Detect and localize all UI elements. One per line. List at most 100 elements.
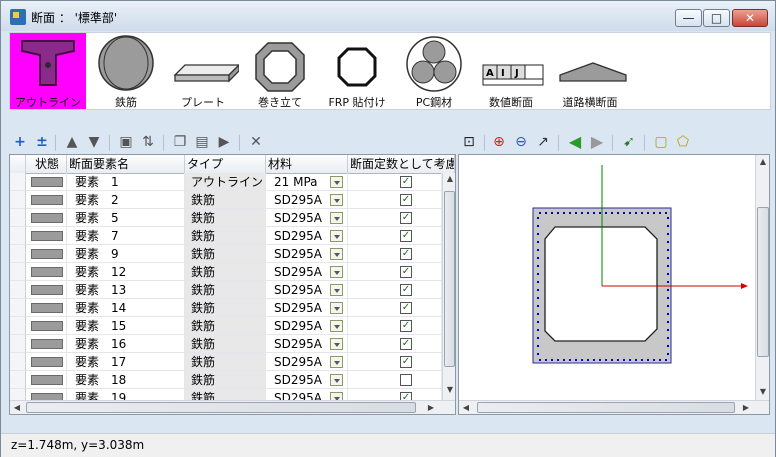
row-header[interactable] bbox=[10, 317, 26, 335]
material-dropdown-icon[interactable] bbox=[330, 248, 343, 260]
view-hscroll[interactable]: ◀ ▶ bbox=[459, 400, 769, 414]
col-header-consider[interactable]: 断面定数として考慮 bbox=[348, 155, 455, 173]
consider-checkbox[interactable]: ✓ bbox=[400, 356, 412, 368]
col-header-name[interactable]: 断面要素名 bbox=[67, 155, 185, 173]
material-dropdown-icon[interactable] bbox=[330, 338, 343, 350]
consider-checkbox[interactable]: ✓ bbox=[400, 284, 412, 296]
name-cell[interactable]: 要素 16 bbox=[67, 335, 185, 353]
scroll-left-icon[interactable]: ◀ bbox=[10, 403, 24, 412]
row-header[interactable] bbox=[10, 335, 26, 353]
consider-checkbox[interactable]: ✓ bbox=[400, 212, 412, 224]
minimize-button[interactable]: — bbox=[675, 9, 702, 27]
view-scroll-down-icon[interactable]: ▼ bbox=[756, 387, 769, 396]
row-header[interactable] bbox=[10, 173, 26, 191]
select-icon[interactable]: ➹ bbox=[620, 133, 638, 151]
select-poly-icon[interactable]: ⬠ bbox=[674, 133, 692, 151]
consider-checkbox[interactable] bbox=[400, 374, 412, 386]
table-row[interactable]: 要素 16 鉄筋 SD295A ✓ bbox=[10, 335, 442, 353]
table-row[interactable]: 要素 15 鉄筋 SD295A ✓ bbox=[10, 317, 442, 335]
delete-icon[interactable]: ✕ bbox=[247, 133, 265, 151]
forward-icon[interactable]: ▶ bbox=[588, 133, 606, 151]
table-row[interactable]: 要素 14 鉄筋 SD295A ✓ bbox=[10, 299, 442, 317]
grid-vscroll-thumb[interactable] bbox=[444, 191, 455, 367]
name-cell[interactable]: 要素 14 bbox=[67, 299, 185, 317]
view-vscroll-thumb[interactable] bbox=[757, 207, 769, 357]
grid-hscroll-thumb[interactable] bbox=[26, 402, 416, 413]
view-vscroll[interactable]: ▲ ▼ bbox=[755, 155, 769, 400]
ribbon-item-plate[interactable]: プレート bbox=[165, 33, 241, 109]
name-cell[interactable]: 要素 5 bbox=[67, 209, 185, 227]
view-hscroll-thumb[interactable] bbox=[477, 402, 735, 413]
view-scroll-right-icon[interactable]: ▶ bbox=[739, 403, 753, 412]
table-row[interactable]: 要素 13 鉄筋 SD295A ✓ bbox=[10, 281, 442, 299]
pan-icon[interactable]: ↗ bbox=[534, 133, 552, 151]
zoom-out-icon[interactable]: ⊖ bbox=[512, 133, 530, 151]
name-cell[interactable]: 要素 7 bbox=[67, 227, 185, 245]
scroll-down-icon[interactable]: ▼ bbox=[443, 385, 455, 394]
copy-icon[interactable]: ❐ bbox=[171, 133, 189, 151]
material-dropdown-icon[interactable] bbox=[330, 302, 343, 314]
ribbon-item-outline[interactable]: アウトライン bbox=[10, 33, 86, 109]
table-row[interactable]: 要素 9 鉄筋 SD295A ✓ bbox=[10, 245, 442, 263]
ribbon-item-pc-steel[interactable]: PC鋼材 bbox=[396, 33, 472, 109]
row-header[interactable] bbox=[10, 371, 26, 389]
row-header[interactable] bbox=[10, 263, 26, 281]
table-row[interactable]: 要素 1 アウトライン 21 MPa ✓ bbox=[10, 173, 442, 191]
col-header-state[interactable]: 状態 bbox=[26, 155, 67, 173]
material-dropdown-icon[interactable] bbox=[330, 356, 343, 368]
name-cell[interactable]: 要素 2 bbox=[67, 191, 185, 209]
table-row[interactable]: 要素 7 鉄筋 SD295A ✓ bbox=[10, 227, 442, 245]
table-row[interactable]: 要素 5 鉄筋 SD295A ✓ bbox=[10, 209, 442, 227]
grid-vscroll[interactable]: ▲ ▼ bbox=[442, 173, 455, 400]
consider-checkbox[interactable]: ✓ bbox=[400, 230, 412, 242]
ribbon-item-jacketing[interactable]: 巻き立て bbox=[242, 33, 318, 109]
paste-special-icon[interactable]: ▶ bbox=[215, 133, 233, 151]
consider-checkbox[interactable]: ✓ bbox=[400, 320, 412, 332]
move-down-icon[interactable]: ▼ bbox=[85, 133, 103, 151]
row-header[interactable] bbox=[10, 227, 26, 245]
ribbon-item-numeric-section[interactable]: A I J 数値断面 bbox=[473, 33, 549, 109]
insert-icon[interactable]: ± bbox=[33, 133, 51, 151]
sort-icon[interactable]: ⇅ bbox=[139, 133, 157, 151]
scroll-up-icon[interactable]: ▲ bbox=[443, 174, 455, 183]
view-scroll-left-icon[interactable]: ◀ bbox=[459, 403, 473, 412]
name-cell[interactable]: 要素 15 bbox=[67, 317, 185, 335]
name-cell[interactable]: 要素 12 bbox=[67, 263, 185, 281]
material-dropdown-icon[interactable] bbox=[330, 284, 343, 296]
row-header[interactable] bbox=[10, 353, 26, 371]
consider-checkbox[interactable]: ✓ bbox=[400, 266, 412, 278]
ribbon-item-frp[interactable]: FRP 貼付け bbox=[319, 33, 395, 109]
material-dropdown-icon[interactable] bbox=[330, 230, 343, 242]
row-header[interactable] bbox=[10, 245, 26, 263]
fit-view-icon[interactable]: ⊡ bbox=[460, 133, 478, 151]
consider-checkbox[interactable]: ✓ bbox=[400, 248, 412, 260]
consider-checkbox[interactable]: ✓ bbox=[400, 176, 412, 188]
row-header[interactable] bbox=[10, 281, 26, 299]
consider-checkbox[interactable]: ✓ bbox=[400, 338, 412, 350]
row-header[interactable] bbox=[10, 299, 26, 317]
close-button[interactable]: ✕ bbox=[732, 9, 768, 27]
name-cell[interactable]: 要素 18 bbox=[67, 371, 185, 389]
maximize-button[interactable]: □ bbox=[703, 9, 730, 27]
name-cell[interactable]: 要素 17 bbox=[67, 353, 185, 371]
back-icon[interactable]: ◀ bbox=[566, 133, 584, 151]
material-dropdown-icon[interactable] bbox=[330, 266, 343, 278]
section-preview[interactable]: ▲ ▼ ◀ ▶ bbox=[458, 154, 770, 415]
move-up-icon[interactable]: ▲ bbox=[63, 133, 81, 151]
name-cell[interactable]: 要素 13 bbox=[67, 281, 185, 299]
material-dropdown-icon[interactable] bbox=[330, 374, 343, 386]
material-dropdown-icon[interactable] bbox=[330, 194, 343, 206]
col-header-material[interactable]: 材料 bbox=[266, 155, 348, 173]
col-header-type[interactable]: タイプ bbox=[185, 155, 266, 173]
table-row[interactable]: 要素 17 鉄筋 SD295A ✓ bbox=[10, 353, 442, 371]
add-icon[interactable]: + bbox=[11, 133, 29, 151]
table-row[interactable]: 要素 12 鉄筋 SD295A ✓ bbox=[10, 263, 442, 281]
zoom-window-icon[interactable]: ⊕ bbox=[490, 133, 508, 151]
material-dropdown-icon[interactable] bbox=[330, 212, 343, 224]
consider-checkbox[interactable]: ✓ bbox=[400, 302, 412, 314]
ribbon-item-road-section[interactable]: 道路横断面 bbox=[550, 33, 630, 109]
grid-hscroll[interactable]: ◀ ▶ bbox=[10, 400, 455, 414]
select-rect-icon[interactable]: ▢ bbox=[652, 133, 670, 151]
table-row[interactable]: 要素 2 鉄筋 SD295A ✓ bbox=[10, 191, 442, 209]
row-header[interactable] bbox=[10, 191, 26, 209]
